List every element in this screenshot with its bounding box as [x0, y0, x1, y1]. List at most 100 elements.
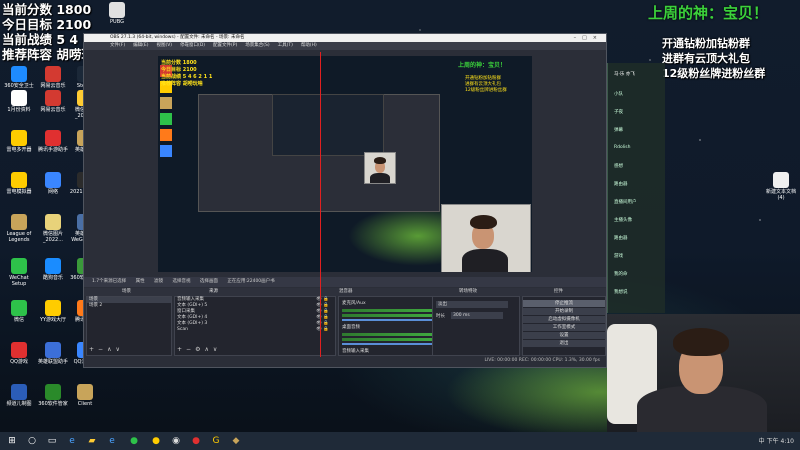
clock[interactable]: 下午 4:10: [767, 438, 794, 445]
task-view-icon[interactable]: ▭: [46, 435, 58, 447]
obs-status-bar: LIVE: 00:00:00 REC: 00:00:00 CPU: 1.3%, …: [84, 356, 606, 366]
desktop-icon-label: 新建文本文档(4): [765, 189, 796, 201]
control-button[interactable]: 设置: [523, 332, 605, 339]
remove-icon[interactable]: −: [98, 346, 107, 353]
desktop-icon[interactable]: YY游戏大厅: [36, 300, 70, 323]
transition-select[interactable]: 淡出: [436, 301, 508, 308]
desktop-icon[interactable]: 雷电多开器: [2, 130, 36, 153]
desktop-icon-label: 360安全卫士: [4, 83, 34, 89]
maximize-icon[interactable]: □: [582, 35, 593, 41]
menu-item[interactable]: 场景集合(S): [245, 43, 269, 48]
preview-nested-canvas: [272, 94, 384, 156]
app-icon: [45, 342, 61, 358]
desktop-icon[interactable]: 酷狗音乐: [36, 258, 70, 281]
menu-item[interactable]: 工具(T): [278, 43, 293, 48]
desktop-icon[interactable]: 频道儿制图: [2, 384, 36, 407]
obs-title-text: OBS 27.1.3 (64-bit, windows) - 配置文件: 未命名…: [110, 35, 245, 40]
app-icon: [11, 172, 27, 188]
control-button[interactable]: 退出: [523, 340, 605, 347]
source-item-label: 文本 (GDI+) 5: [177, 303, 208, 308]
obs-titlebar[interactable]: OBS 27.1.3 (64-bit, windows) - 配置文件: 未命名…: [84, 34, 606, 42]
obs-icon[interactable]: ◉: [170, 435, 182, 447]
desktop-icon[interactable]: League of Legends: [2, 214, 36, 243]
desktop-icon[interactable]: 微信图片_2022...: [36, 214, 70, 243]
league-icon[interactable]: ◆: [230, 435, 242, 447]
source-item[interactable]: Scan 👁 🔒: [175, 327, 335, 333]
menu-item[interactable]: 配置文件(P): [213, 43, 237, 48]
chat-line: 子夜: [614, 110, 623, 115]
control-button[interactable]: 工作室模式: [523, 324, 605, 331]
app-icon[interactable]: G: [210, 435, 222, 447]
visibility-lock-icon[interactable]: 👁 🔒: [316, 327, 329, 333]
desktop-icon[interactable]: PUBG: [100, 2, 134, 25]
source-item-label: 音频输入采集: [177, 297, 204, 302]
menu-item[interactable]: 编辑(E): [133, 43, 148, 48]
mixer-track2-name: 桌面音频: [342, 325, 360, 330]
applying-label: 正在应用:22400画户书: [227, 279, 275, 284]
up-icon[interactable]: ∧: [204, 346, 212, 353]
control-button[interactable]: 开始录制: [523, 308, 605, 315]
desktop-icon[interactable]: 网易云音乐: [36, 90, 70, 113]
desktop-icon[interactable]: WeChat Setup: [2, 258, 36, 287]
obs-preview-canvas[interactable]: 当前分数 1800 今日目标 2100 当前战绩 5 4 6 2 1 1 推荐阵…: [158, 56, 532, 272]
desktop-icon[interactable]: QQ游戏: [2, 342, 36, 365]
edge-browser-icon[interactable]: e: [66, 435, 78, 447]
app-icon: [109, 2, 125, 18]
source-label: 1.7个来源已选择: [92, 279, 127, 284]
windows-start-icon[interactable]: ⊞: [6, 435, 18, 447]
mixer-dock-title: 混音器: [339, 289, 353, 294]
mixer-track2-slider[interactable]: [342, 343, 442, 345]
add-icon[interactable]: +: [177, 346, 186, 353]
app-icon[interactable]: ●: [150, 435, 162, 447]
menu-item[interactable]: 视图(V): [156, 43, 172, 48]
desktop-icon[interactable]: 网络: [36, 172, 70, 195]
app-icon: [11, 214, 27, 230]
desktop-icon[interactable]: 1月份资料: [2, 90, 36, 113]
close-icon[interactable]: ×: [593, 35, 603, 41]
control-button[interactable]: 停止推流: [523, 300, 605, 307]
scene-item[interactable]: 场景 2: [87, 303, 171, 309]
webcam-hair: [470, 215, 497, 229]
preview-overlay-line: 当前分数 1800: [161, 60, 197, 66]
desktop-icon[interactable]: 微信: [2, 300, 36, 323]
add-icon[interactable]: +: [89, 346, 98, 353]
menu-item[interactable]: 文件(F): [110, 43, 125, 48]
duration-field[interactable]: 300 ms: [451, 312, 503, 319]
control-button[interactable]: 启动虚拟摄像机: [523, 316, 605, 323]
scenes-buttons: +−∧∨: [89, 346, 124, 353]
ie-icon[interactable]: e: [106, 435, 118, 447]
input-language[interactable]: 中: [759, 438, 765, 445]
search-icon[interactable]: ○: [26, 435, 38, 447]
app-icon[interactable]: ●: [190, 435, 202, 447]
down-icon[interactable]: ∨: [115, 346, 123, 353]
wechat-icon[interactable]: ●: [128, 435, 140, 447]
desktop-icon[interactable]: 英雄联盟助手: [36, 342, 70, 365]
obs-window[interactable]: OBS 27.1.3 (64-bit, windows) - 配置文件: 未命名…: [83, 33, 607, 368]
select-audio-button[interactable]: 选择音视: [172, 279, 190, 284]
window-controls[interactable]: –□×: [574, 34, 603, 42]
app-icon: [11, 66, 27, 82]
sources-list: 音频输入采集 👁 🔒 文本 (GDI+) 5 👁 🔒 窗口采集 👁 🔒 文本 (GDI…: [175, 297, 335, 333]
filters-button[interactable]: 滤镜: [154, 279, 163, 284]
down-icon[interactable]: ∨: [213, 346, 221, 353]
desktop-icon[interactable]: 360软件管家: [36, 384, 70, 407]
properties-button[interactable]: 属性: [136, 279, 145, 284]
source-item-label: Scan: [177, 327, 188, 332]
mixer-track3-name: 音频输入采集: [342, 349, 369, 354]
desktop-icon[interactable]: 360安全卫士: [2, 66, 36, 89]
preview-webcam: [441, 204, 531, 272]
menu-item[interactable]: 帮助(H): [301, 43, 317, 48]
desktop-icon[interactable]: 雷电模拟器: [2, 172, 36, 195]
desktop-icon[interactable]: 网易云音乐: [36, 66, 70, 89]
desktop-icon[interactable]: 新建文本文档(4): [764, 172, 798, 201]
menu-item[interactable]: 停靠窗口(D): [180, 43, 205, 48]
obs-source-toolbar: 1.7个来源已选择 属性 滤镜 选择音视 选择画面 正在应用:22400画户书: [84, 277, 606, 287]
desktop-icon[interactable]: 腾讯手游助手: [36, 130, 70, 153]
remove-icon[interactable]: −: [186, 346, 195, 353]
minimize-icon[interactable]: –: [574, 35, 583, 41]
desktop-icon[interactable]: Client: [68, 384, 102, 407]
desktop-icon-label: Client: [77, 401, 93, 407]
folder-icon[interactable]: ▰: [86, 435, 98, 447]
scenes-panel: 场景 场景 2 +−∧∨: [86, 296, 172, 356]
select-video-button[interactable]: 选择画面: [200, 279, 218, 284]
